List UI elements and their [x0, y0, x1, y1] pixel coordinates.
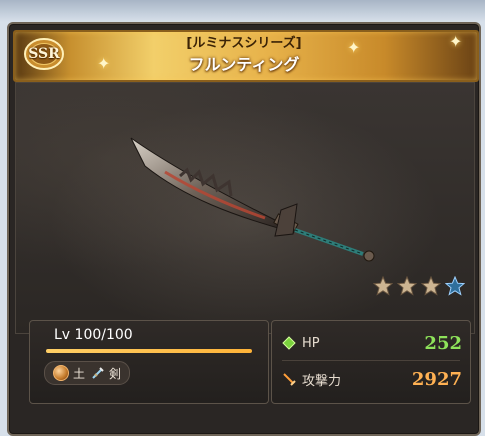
star-filled-icon — [421, 276, 441, 296]
top-background-strip — [0, 0, 485, 22]
star-filled-icon — [373, 276, 393, 296]
level-label: Lv 100/100 — [54, 327, 133, 343]
attack-value: 2927 — [411, 368, 462, 390]
weapon-sword-icon — [130, 137, 375, 262]
attack-sword-icon — [283, 373, 296, 386]
weapon-type-tag: 剣 — [91, 365, 121, 382]
weapon-tags: 土 剣 — [44, 361, 131, 385]
level-progress-bar — [46, 349, 252, 353]
stat-divider — [282, 360, 460, 361]
earth-element-icon — [53, 365, 69, 381]
hp-diamond-icon — [282, 336, 296, 350]
level-panel: Lv 100/100 土 剣 — [29, 320, 269, 404]
attack-row: 攻撃力 2927 — [282, 367, 462, 391]
series-label: [ルミナスシリーズ] — [186, 36, 302, 51]
weapon-card: SSR ✦ ✦ ✦ [ルミナスシリーズ] フルンティング Lv 100/100 — [7, 22, 481, 436]
star-blue-icon — [445, 276, 465, 296]
star-filled-icon — [397, 276, 417, 296]
weapon-type-label: 剣 — [109, 366, 122, 381]
stats-panel: HP 252 攻撃力 2927 — [271, 320, 471, 404]
element-label: 土 — [73, 366, 86, 381]
hp-row: HP 252 — [282, 331, 462, 355]
attack-label: 攻撃力 — [302, 373, 342, 389]
hp-label: HP — [302, 335, 320, 351]
weapon-name: フルンティング — [188, 55, 300, 74]
rarity-stars — [373, 276, 473, 298]
hp-value: 252 — [424, 332, 462, 354]
sword-icon — [92, 367, 104, 379]
level-progress-fill — [46, 349, 252, 353]
element-tag: 土 — [53, 365, 85, 382]
